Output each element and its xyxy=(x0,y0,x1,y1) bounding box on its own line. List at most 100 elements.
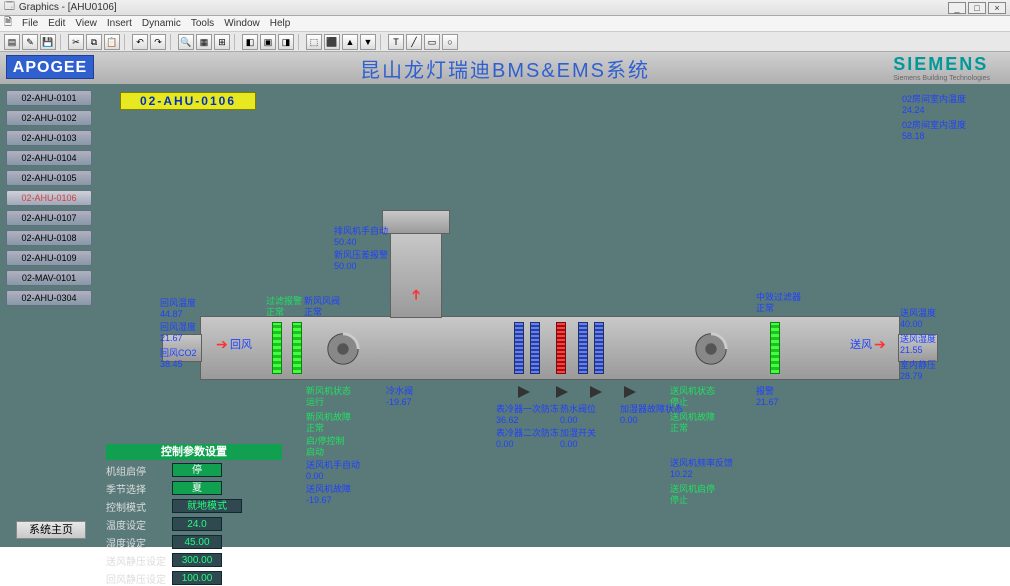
tb-save[interactable]: 💾 xyxy=(40,34,56,50)
tb-group[interactable]: ⬚ xyxy=(306,34,322,50)
toolbar: ▤ ✎ 💾 ✂ ⧉ 📋 ↶ ↷ 🔍 ▦ ⊞ ◧ ▣ ◨ ⬚ ⬛ ▲ ▼ T ╱ … xyxy=(0,32,1010,52)
sa-press: 室内静压28.79 xyxy=(900,360,936,382)
tb-cut[interactable]: ✂ xyxy=(68,34,84,50)
tb-snap[interactable]: ⊞ xyxy=(214,34,230,50)
nav-ahu-0102[interactable]: 02-AHU-0102 xyxy=(6,110,92,126)
hot-valve-icon xyxy=(556,386,568,398)
panel-row-hum: 湿度设定45.00 xyxy=(106,534,282,550)
prefilter-icon xyxy=(272,322,282,374)
nav-ahu-0105[interactable]: 02-AHU-0105 xyxy=(6,170,92,186)
sa-temp: 送风温度40.00 xyxy=(900,308,936,330)
sf-fault: 送风机故障正常 xyxy=(670,412,715,434)
tb-front[interactable]: ▲ xyxy=(342,34,358,50)
tb-line[interactable]: ╱ xyxy=(406,34,422,50)
panel-val-season[interactable]: 夏 xyxy=(172,481,222,495)
tb-new[interactable]: ▤ xyxy=(4,34,20,50)
room-hum-label: 02房间室内湿度58.18 xyxy=(902,120,966,142)
menu-dynamic[interactable]: Dynamic xyxy=(142,18,181,29)
menu-file[interactable]: File xyxy=(22,18,38,29)
exh-label: 排风机手自动50.40 xyxy=(334,226,388,248)
close-button[interactable]: × xyxy=(988,2,1006,14)
apogee-logo: APOGEE xyxy=(6,55,94,79)
unit-tag: 02-AHU-0106 xyxy=(120,92,256,110)
siemens-text: SIEMENS xyxy=(893,54,990,75)
window-titlebar: 🗔 Graphics - [AHU0106] _ □ × xyxy=(0,0,1010,16)
return-arrow-icon: ➔ xyxy=(216,336,228,353)
tb-text[interactable]: T xyxy=(388,34,404,50)
rf-state: 新风机状态运行 xyxy=(306,386,351,408)
nav-ahu-0104[interactable]: 02-AHU-0104 xyxy=(6,150,92,166)
home-button[interactable]: 系统主页 xyxy=(16,521,86,539)
sf-cmd: 送风机启停停止 xyxy=(670,484,715,506)
prefilter-label: 表冷器一次防冻36.62 xyxy=(496,404,559,426)
panel-row-temp: 温度设定24.0 xyxy=(106,516,282,532)
damper-label: 新风风阀正常 xyxy=(304,296,340,318)
tb-open[interactable]: ✎ xyxy=(22,34,38,50)
tb-back[interactable]: ▼ xyxy=(360,34,376,50)
reheat-coil-icon xyxy=(578,322,588,374)
cv-label: 冷水阀-19.67 xyxy=(386,386,413,408)
tb-align-r[interactable]: ◨ xyxy=(278,34,294,50)
cooling-coil-icon xyxy=(514,322,524,374)
return-fan-icon xyxy=(324,330,362,368)
schematic-canvas: 02-AHU-0106 02房间室内温度24.24 02房间室内湿度58.18 … xyxy=(100,86,1006,543)
maximize-button[interactable]: □ xyxy=(968,2,986,14)
filter1-label: 过滤报警正常 xyxy=(266,296,302,318)
siemens-logo: SIEMENS Siemens Building Technologies xyxy=(893,54,990,82)
menu-insert[interactable]: Insert xyxy=(107,18,132,29)
window-title: Graphics - [AHU0106] xyxy=(19,2,117,13)
supply-arrow-icon: ➔ xyxy=(874,336,886,353)
nav-ahu-0304[interactable]: 02-AHU-0304 xyxy=(6,290,92,306)
panel-val-temp[interactable]: 24.0 xyxy=(172,517,222,531)
panel-row-season: 季节选择夏 xyxy=(106,480,282,496)
rf-auto: 送风机手自动0.00 xyxy=(306,460,360,482)
sidebar-nav: 02-AHU-0101 02-AHU-0102 02-AHU-0103 02-A… xyxy=(6,90,92,306)
tb-align-l[interactable]: ◧ xyxy=(242,34,258,50)
sa-hum: 送风湿度21.55 xyxy=(900,334,936,356)
nav-ahu-0106[interactable]: 02-AHU-0106 xyxy=(6,190,92,206)
tb-undo[interactable]: ↶ xyxy=(132,34,148,50)
nav-ahu-0103[interactable]: 02-AHU-0103 xyxy=(6,130,92,146)
ra-co2: 回风CO238.45 xyxy=(160,348,197,370)
panel-row-startstop: 机组启停停 xyxy=(106,462,282,478)
nav-ahu-0109[interactable]: 02-AHU-0109 xyxy=(6,250,92,266)
tb-grid[interactable]: ▦ xyxy=(196,34,212,50)
page-header: APOGEE 昆山龙灯瑞迪BMS&EMS系统 SIEMENS Siemens B… xyxy=(0,52,1010,84)
nav-ahu-0101[interactable]: 02-AHU-0101 xyxy=(6,90,92,106)
tb-rect[interactable]: ▭ xyxy=(424,34,440,50)
tb-redo[interactable]: ↷ xyxy=(150,34,166,50)
tb-zoom[interactable]: 🔍 xyxy=(178,34,194,50)
panel-row-rasp: 回风静压设定100.00 xyxy=(106,570,282,586)
tb-paste[interactable]: 📋 xyxy=(104,34,120,50)
ra-hum: 回风湿度21.67 xyxy=(160,322,196,344)
menu-window[interactable]: Window xyxy=(224,18,260,29)
nav-ahu-0107[interactable]: 02-AHU-0107 xyxy=(6,210,92,226)
menu-tools[interactable]: Tools xyxy=(191,18,214,29)
panel-row-mode: 控制模式就地模式 xyxy=(106,498,282,514)
hv-label: 热水阀位0.00 xyxy=(560,404,596,426)
minimize-button[interactable]: _ xyxy=(948,2,966,14)
rf-fault: 新风机故障正常 xyxy=(306,412,351,434)
panel-val-rasp[interactable]: 100.00 xyxy=(172,571,222,585)
nav-ahu-0108[interactable]: 02-AHU-0108 xyxy=(6,230,92,246)
nav-mav-0101[interactable]: 02-MAV-0101 xyxy=(6,270,92,286)
tb-ungroup[interactable]: ⬛ xyxy=(324,34,340,50)
menu-bar: 🗎 File Edit View Insert Dynamic Tools Wi… xyxy=(0,16,1010,32)
hum-valve-icon xyxy=(590,386,602,398)
tb-align-c[interactable]: ▣ xyxy=(260,34,276,50)
exh-p-label: 新风压差报警50.00 xyxy=(334,250,388,272)
main-duct xyxy=(200,316,900,380)
heating-coil-icon xyxy=(556,322,566,374)
rf-alarm: 送风机故障-19.67 xyxy=(306,484,351,506)
panel-header: 控制参数设置 xyxy=(106,444,282,460)
menu-edit[interactable]: Edit xyxy=(48,18,65,29)
tb-copy[interactable]: ⧉ xyxy=(86,34,102,50)
app-small-icon: 🗎 xyxy=(4,15,12,32)
panel-val-startstop[interactable]: 停 xyxy=(172,463,222,477)
panel-val-sasp[interactable]: 300.00 xyxy=(172,553,222,567)
menu-help[interactable]: Help xyxy=(270,18,291,29)
menu-view[interactable]: View xyxy=(75,18,97,29)
tb-circ[interactable]: ○ xyxy=(442,34,458,50)
reheat-coil2-icon xyxy=(594,322,604,374)
panel-val-mode[interactable]: 就地模式 xyxy=(172,499,242,513)
